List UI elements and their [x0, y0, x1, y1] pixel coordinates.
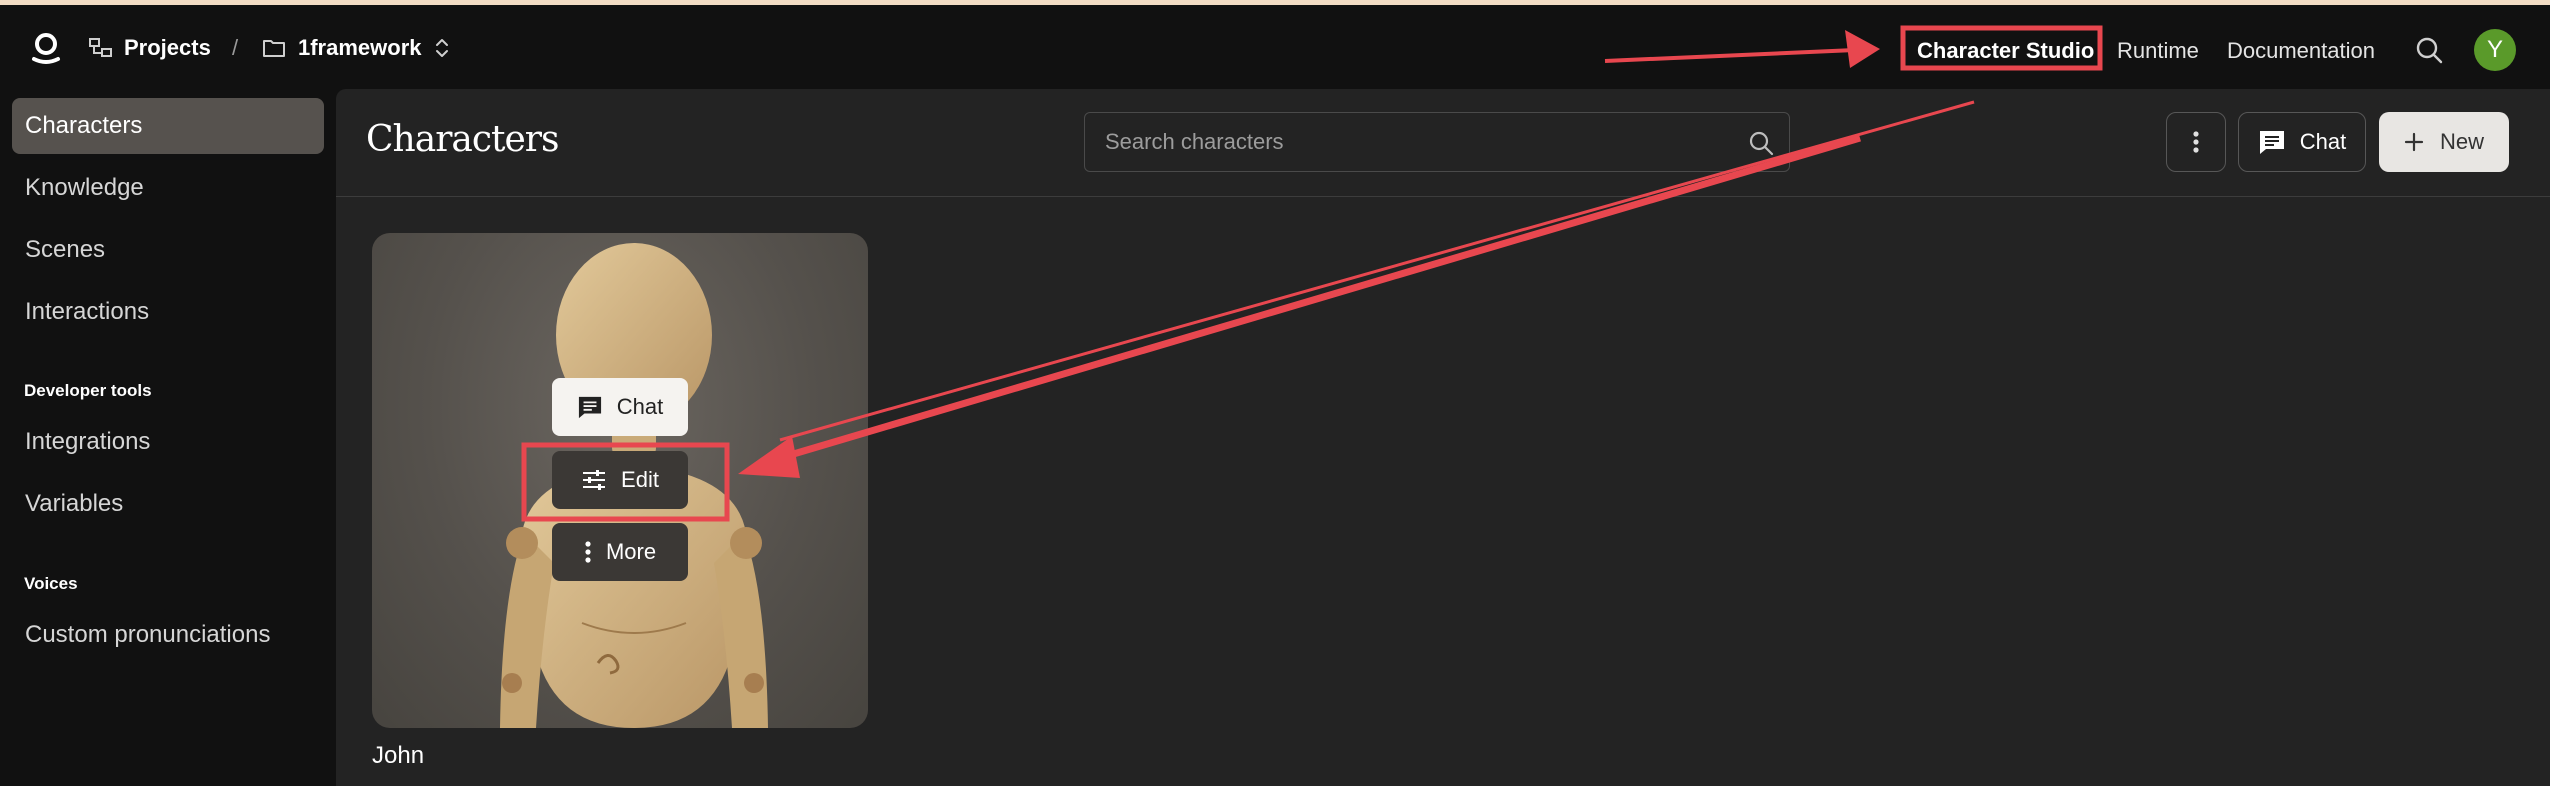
header-divider — [336, 196, 2550, 197]
breadcrumb-projects-label: Projects — [124, 35, 211, 60]
page-title: Characters — [366, 119, 559, 160]
chat-icon — [2259, 131, 2284, 154]
sliders-icon — [583, 470, 606, 490]
nav-documentation[interactable]: Documentation — [2227, 38, 2375, 64]
card-chat-button[interactable]: Chat — [552, 378, 688, 436]
card-more-button[interactable]: More — [552, 523, 688, 581]
breadcrumb-projects[interactable]: Projects — [88, 32, 211, 64]
chevron-updown-icon — [435, 39, 448, 57]
chat-button-label: Chat — [2299, 129, 2347, 154]
projects-icon — [89, 38, 112, 57]
new-character-button[interactable]: New — [2379, 112, 2509, 172]
sidebar-item-characters[interactable]: Characters — [12, 98, 324, 154]
new-button-label: New — [2439, 129, 2484, 154]
user-avatar[interactable]: Y — [2474, 29, 2516, 71]
card-chat-label: Chat — [616, 394, 664, 419]
search-icon[interactable] — [2414, 35, 2444, 65]
search-characters-box[interactable] — [1084, 112, 1790, 172]
main-panel: Characters Chat New — [336, 89, 2550, 786]
breadcrumb-separator: / — [232, 35, 239, 60]
card-edit-button[interactable]: Edit — [552, 451, 688, 509]
folder-icon — [263, 40, 285, 57]
sidebar-section-developer-tools: Developer tools — [24, 381, 152, 400]
chat-icon — [578, 396, 601, 419]
chat-button[interactable]: Chat — [2238, 112, 2366, 172]
search-input[interactable] — [1085, 113, 1725, 171]
breadcrumb-project-switcher[interactable]: 1framework — [262, 32, 450, 64]
nav-character-studio[interactable]: Character Studio — [1917, 38, 2094, 64]
sidebar-item-interactions[interactable]: Interactions — [12, 284, 324, 340]
nav-runtime[interactable]: Runtime — [2117, 38, 2199, 64]
search-icon[interactable] — [1747, 129, 1775, 157]
character-name: John — [372, 742, 425, 769]
sidebar-item-variables[interactable]: Variables — [12, 476, 324, 532]
sidebar-section-voices: Voices — [24, 574, 78, 593]
logo-icon[interactable] — [28, 31, 64, 65]
more-options-button[interactable] — [2166, 112, 2226, 172]
sidebar-item-scenes[interactable]: Scenes — [12, 222, 324, 278]
top-header: Projects / 1framework Character Studio R… — [0, 5, 2550, 89]
sidebar-item-knowledge[interactable]: Knowledge — [12, 160, 324, 216]
kebab-icon — [2193, 131, 2199, 153]
sidebar-item-custom-pronunciations[interactable]: Custom pronunciations — [12, 607, 324, 663]
project-name: 1framework — [298, 35, 422, 60]
sidebar-item-integrations[interactable]: Integrations — [12, 414, 324, 470]
sidebar: Characters Knowledge Scenes Interactions… — [0, 89, 336, 786]
kebab-icon — [585, 541, 591, 563]
card-edit-label: Edit — [621, 467, 659, 492]
card-more-label: More — [605, 539, 657, 564]
character-card[interactable]: Chat Edit More — [372, 233, 868, 728]
plus-icon — [2404, 132, 2424, 152]
